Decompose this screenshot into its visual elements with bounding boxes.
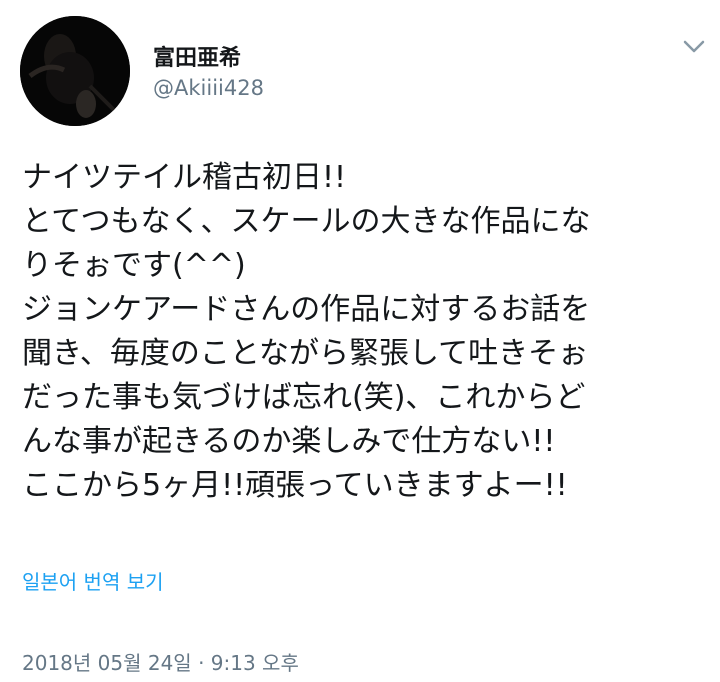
author-display-name[interactable]: 富田亜希 bbox=[153, 40, 241, 72]
tweet-text-line: んな事が起きるのか楽しみで仕方ない!! bbox=[22, 424, 556, 459]
tweet-menu-button[interactable] bbox=[680, 36, 708, 58]
tweet-text-line: ナイツテイル稽古初日!! bbox=[22, 160, 347, 195]
author-handle[interactable]: @Akiiii428 bbox=[153, 76, 264, 100]
tweet-text: ナイツテイル稽古初日!! とてつもなく、スケールの大きな作品にな りそぉです(^… bbox=[22, 156, 712, 508]
profile-avatar[interactable] bbox=[20, 16, 130, 126]
profile-photo-icon bbox=[20, 16, 130, 126]
tweet-text-line: りそぉです(^^) bbox=[22, 248, 246, 283]
tweet-text-line: ここから5ヶ月!!頑張っていきますよー!! bbox=[22, 468, 568, 503]
chevron-down-icon bbox=[683, 40, 705, 53]
tweet-text-line: とてつもなく、スケールの大きな作品にな bbox=[22, 204, 591, 239]
tweet-timestamp: 2018년 05월 24일 · 9:13 오후 bbox=[22, 651, 299, 675]
translate-tweet-link[interactable]: 일본어 번역 보기 bbox=[22, 566, 164, 595]
tweet-text-line: ジョンケアードさんの作品に対するお話を bbox=[22, 292, 591, 327]
tweet-text-line: 聞き、毎度のことながら緊張して吐きそぉ bbox=[22, 336, 589, 371]
tweet-text-line: だった事も気づけば忘れ(笑)、これからど bbox=[22, 380, 586, 415]
